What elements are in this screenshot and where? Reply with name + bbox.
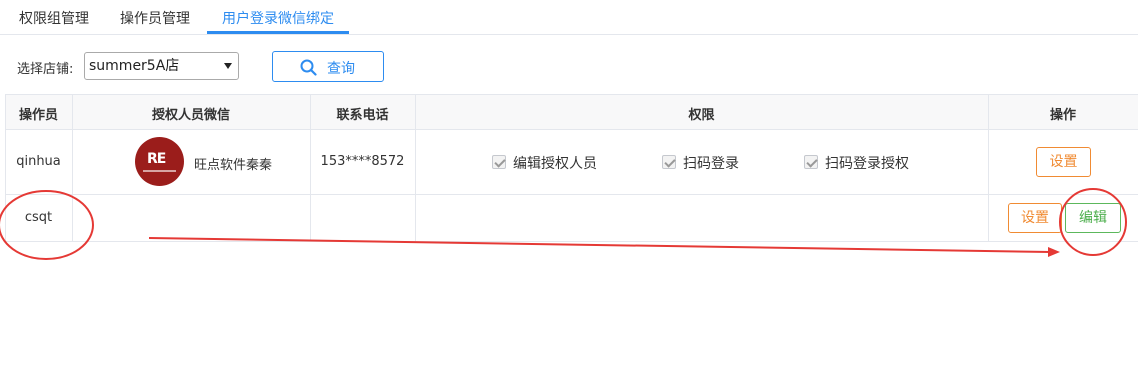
binding-table: 操作员 授权人员微信 联系电话 权限 操作 qinhua RE 旺点软件秦秦 1… [5,94,1138,242]
perm-checkbox-scan-auth[interactable] [804,155,818,169]
store-label: 选择店铺: [17,62,74,77]
row-divider [5,94,1138,95]
query-button[interactable]: 查询 [272,51,384,82]
tab-bar: 权限组管理 操作员管理 用户登录微信绑定 [0,0,1138,35]
logo-mark-icon: RE [147,151,166,167]
search-icon [300,59,317,76]
row1-wechat-name: 旺点软件秦秦 [194,158,273,173]
row2-edit-button[interactable]: 编辑 [1065,203,1121,233]
row-divider [5,194,1138,195]
row1-settings-button[interactable]: 设置 [1036,147,1091,177]
perm-checkbox-edit[interactable] [492,155,506,169]
header-phone: 联系电话 [336,108,389,123]
store-select[interactable]: summer5A店 [84,52,239,80]
perm-label-scan-login[interactable]: 扫码登录 [683,153,739,173]
tab-wechat-binding[interactable]: 用户登录微信绑定 [222,8,334,28]
header-wechat: 授权人员微信 [151,108,230,123]
perm-label-edit[interactable]: 编辑授权人员 [513,153,597,173]
tab-operators[interactable]: 操作员管理 [120,8,190,28]
row-divider [5,241,1138,242]
perm-label-scan-auth[interactable]: 扫码登录授权 [825,153,909,173]
row-divider [5,129,1138,130]
tab-permission-groups[interactable]: 权限组管理 [19,8,89,28]
header-operator: 操作员 [18,108,58,123]
annotation-arrow-head [1048,247,1060,257]
active-tab-indicator [207,31,349,34]
store-select-value: summer5A店 [89,58,180,74]
header-permissions: 权限 [688,108,715,123]
query-button-label: 查询 [327,60,355,76]
wechat-avatar: RE [135,137,184,186]
row2-settings-button[interactable]: 设置 [1008,203,1062,233]
perm-checkbox-scan-login[interactable] [662,155,676,169]
caret-down-icon [224,63,232,69]
header-actions: 操作 [1049,108,1076,123]
logo-underline [143,170,176,172]
row1-phone: 153****8572 [320,154,405,169]
row1-operator: qinhua [16,154,61,169]
row2-operator: csqt [24,210,53,225]
